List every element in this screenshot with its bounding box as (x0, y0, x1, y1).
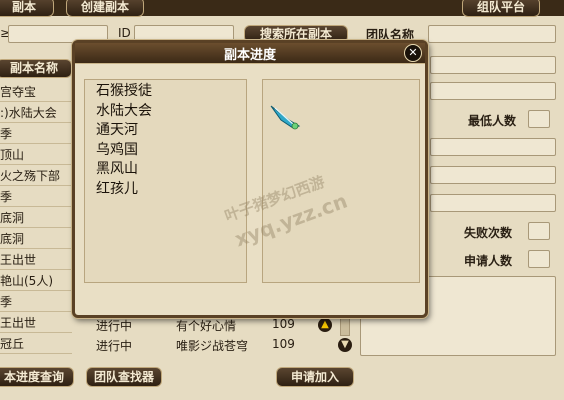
list-item[interactable]: 季 (0, 187, 12, 207)
dungeon-progress-dialog: 副本进度 ✕ 石猴授徒 水陆大会 通天河 乌鸡国 黑风山 红孩儿 (72, 40, 428, 318)
table-row-level: 109 (272, 317, 295, 331)
list-item[interactable]: 火之殇下部 (0, 166, 60, 186)
list-divider (0, 227, 72, 228)
right-field-3[interactable] (430, 138, 556, 156)
dungeon-progress-item[interactable]: 水陆大会 (96, 102, 152, 121)
team-platform-button[interactable]: 组队平台 (462, 0, 540, 17)
list-item[interactable]: 宫夺宝 (0, 82, 36, 102)
dungeon-progress-item[interactable]: 红孩儿 (96, 180, 138, 199)
list-divider (0, 122, 72, 123)
table-row-name[interactable]: 有个好心情 (176, 317, 236, 334)
min-people-label: 最低人数 (468, 114, 517, 128)
list-divider (0, 269, 72, 270)
list-item[interactable]: 底洞 (0, 208, 24, 228)
right-field-1[interactable] (430, 56, 556, 74)
row-name: 有个好心情 (176, 319, 237, 333)
list-item[interactable]: 艳山(5人) (0, 271, 53, 291)
list-item[interactable]: :)水陆大会 (0, 103, 57, 123)
dungeon-progress-item[interactable]: 乌鸡国 (96, 141, 138, 160)
row-level: 109 (272, 337, 295, 351)
list-divider (0, 248, 72, 249)
list-item[interactable]: 季 (0, 124, 12, 144)
list-divider (0, 143, 72, 144)
team-name-field[interactable] (428, 25, 556, 43)
dialog-title-bar[interactable]: 副本进度 ✕ (75, 43, 425, 64)
applicants-label: 申请人数 (464, 254, 513, 268)
table-row-name[interactable]: 唯影ジ战苍穹 (176, 337, 248, 354)
fail-count-label: 失败次数 (464, 226, 513, 240)
list-item[interactable]: 季 (0, 292, 12, 312)
list-divider (0, 290, 72, 291)
table-row[interactable]: 进行中 (96, 337, 132, 354)
close-icon[interactable]: ✕ (404, 44, 422, 62)
right-field-2[interactable] (430, 82, 556, 100)
right-field-4[interactable] (430, 166, 556, 184)
row-status: 进行中 (96, 339, 133, 353)
row-name: 唯影ジ战苍穹 (176, 339, 249, 353)
apply-join-button[interactable]: 申请加入 (276, 367, 354, 387)
fail-count-stepper[interactable] (528, 222, 550, 240)
table-row-level: 109 (272, 337, 295, 351)
list-divider (0, 206, 72, 207)
dialog-title: 副本进度 (223, 48, 276, 63)
id-label: ID (118, 26, 131, 40)
applicants-stepper[interactable] (528, 250, 550, 268)
list-divider (0, 311, 72, 312)
team-finder-button[interactable]: 团队查找器 (86, 367, 162, 387)
dungeon-progress-list: 石猴授徒 水陆大会 通天河 乌鸡国 黑风山 红孩儿 (84, 79, 247, 283)
scroll-track[interactable] (340, 318, 350, 336)
progress-query-button[interactable]: 本进度查询 (0, 367, 74, 387)
team-platform-window: 副本 创建副本 组队平台 ≥ ID 搜索所在副本 团队名称 副本名称 宫夺宝:)… (0, 0, 564, 400)
right-field-5[interactable] (430, 194, 556, 212)
dungeon-progress-item[interactable]: 通天河 (96, 121, 138, 140)
dungeon-progress-item[interactable]: 石猴授徒 (96, 82, 152, 101)
list-divider (0, 353, 72, 354)
scroll-up-icon[interactable]: ▲ (318, 318, 332, 332)
list-item[interactable]: 冠丘 (0, 334, 24, 354)
table-row[interactable]: 进行中 (96, 317, 132, 334)
scroll-down-icon[interactable]: ▼ (338, 338, 352, 352)
list-item[interactable]: 王出世 (0, 313, 36, 333)
dungeon-progress-item[interactable]: 黑风山 (96, 160, 138, 179)
dungeon-name-column-header[interactable]: 副本名称 (0, 59, 72, 78)
create-dungeon-button[interactable]: 创建副本 (66, 0, 144, 17)
list-divider (0, 164, 72, 165)
list-divider (0, 101, 72, 102)
row-status: 进行中 (96, 319, 133, 333)
row-level: 109 (272, 317, 295, 331)
list-item[interactable]: 王出世 (0, 250, 36, 270)
list-item[interactable]: 底洞 (0, 229, 24, 249)
list-item[interactable]: 顶山 (0, 145, 24, 165)
min-people-stepper[interactable] (528, 110, 550, 128)
fuben-button[interactable]: 副本 (0, 0, 54, 17)
dungeon-progress-detail (262, 79, 420, 283)
list-divider (0, 185, 72, 186)
feather-cursor-icon (270, 105, 301, 130)
list-divider (0, 332, 72, 333)
